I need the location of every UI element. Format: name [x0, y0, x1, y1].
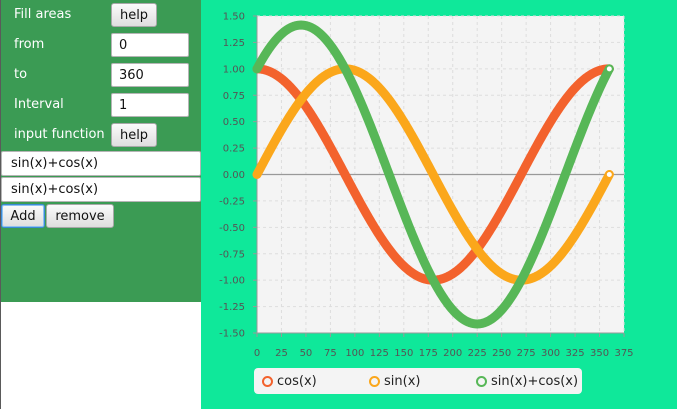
y-tick-label: -1.25 [219, 302, 245, 313]
y-tick-label: 1.50 [223, 12, 245, 23]
x-tick-label: 225 [468, 348, 487, 359]
legend-item-sin-cos: sin(x)+cos(x) [476, 368, 578, 394]
y-tick-label: -0.25 [219, 196, 245, 207]
y-tick-label: 0.75 [223, 91, 245, 102]
legend-marker-cos [262, 375, 273, 387]
x-tick-label: 350 [590, 348, 609, 359]
x-tick-label: 125 [370, 348, 389, 359]
legend-marker-sin-cos [476, 375, 487, 387]
legend-label-cos: cos(x) [277, 373, 317, 389]
x-tick-label: 250 [492, 348, 511, 359]
legend-item-sin: sin(x) [369, 368, 420, 394]
x-tick-label: 275 [517, 348, 536, 359]
series-end-point-sin [604, 170, 614, 179]
x-tick-label: 75 [324, 348, 337, 359]
x-tick-label: 175 [419, 348, 438, 359]
x-tick-label: 375 [614, 348, 633, 359]
y-tick-label: -0.50 [219, 223, 245, 234]
legend-item-cos: cos(x) [262, 368, 317, 394]
x-tick-label: 25 [275, 348, 288, 359]
legend-label-sin-cos: sin(x)+cos(x) [491, 373, 579, 389]
y-tick-label: 0.00 [223, 170, 245, 181]
y-tick-label: 1.00 [223, 64, 245, 75]
legend-label-sin: sin(x) [384, 373, 421, 389]
y-tick-label: 1.25 [223, 38, 245, 49]
x-tick-label: 200 [443, 348, 462, 359]
x-tick-label: 150 [394, 348, 413, 359]
x-tick-label: 0 [254, 348, 260, 359]
y-tick-label: -1.00 [219, 276, 245, 287]
x-tick-label: 300 [541, 348, 560, 359]
series-end-point-sin-cos [604, 64, 614, 74]
line-chart: 0 25 50 75 100 125 150 175 200 225 250 275 300 325 350… [219, 12, 633, 360]
y-tick-label: -1.50 [219, 329, 245, 340]
y-tick-label: 0.50 [223, 117, 245, 128]
x-tick-label: 100 [345, 348, 364, 359]
y-tick-label: 0.25 [223, 144, 245, 155]
x-tick-label: 50 [300, 348, 313, 359]
legend-marker-sin [369, 375, 380, 387]
chart-legend: cos(x) sin(x) sin(x)+cos(x) [254, 368, 582, 394]
x-tick-label: 325 [566, 348, 585, 359]
y-tick-label: -0.75 [219, 249, 245, 260]
